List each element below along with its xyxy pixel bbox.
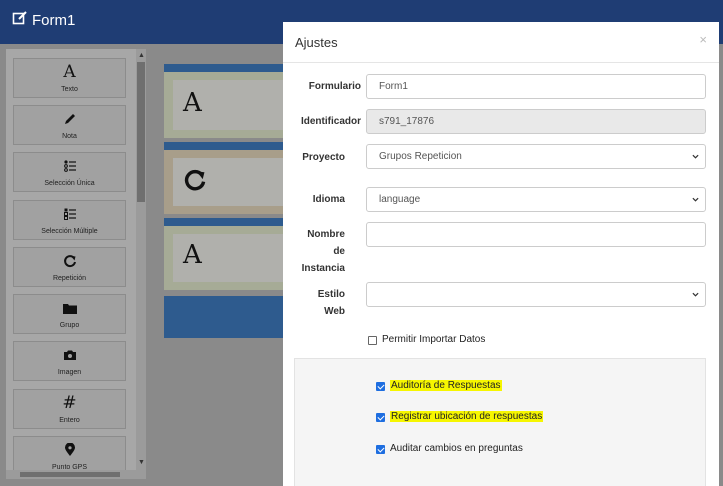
- proyecto-label: Proyecto: [302, 152, 345, 163]
- block-body: A: [173, 80, 284, 130]
- tool-label: Grupo: [59, 322, 80, 329]
- tool-label: Entero: [59, 417, 80, 424]
- canvas-block-header: [164, 64, 284, 72]
- chevron-down-icon: [692, 197, 699, 202]
- formulario-input[interactable]: Form1: [366, 74, 706, 99]
- label-line: Web: [324, 306, 345, 317]
- chevron-down-icon: [692, 154, 699, 159]
- single-select-icon: [14, 157, 125, 175]
- camera-icon: [14, 346, 125, 364]
- text-a-icon: A: [183, 88, 202, 118]
- tool-entero[interactable]: # Entero: [13, 389, 126, 429]
- audit-options-panel: Auditoría de Respuestas Registrar ubicac…: [294, 358, 706, 486]
- registrar-ubicacion-checkbox[interactable]: [376, 413, 385, 422]
- toolbox-hscroll-thumb[interactable]: [20, 472, 120, 477]
- tool-imagen[interactable]: Imagen: [13, 341, 126, 381]
- app-title: Form1: [12, 10, 75, 30]
- label-line: Nombre: [307, 229, 345, 240]
- idioma-select[interactable]: language: [366, 187, 706, 212]
- text-a-icon: A: [63, 62, 76, 82]
- identificador-label: Identificador: [300, 116, 361, 127]
- repeat-icon: [14, 252, 125, 270]
- tool-texto[interactable]: A Texto: [13, 58, 126, 98]
- canvas-block-header: [164, 218, 284, 226]
- settings-modal: Ajustes × Formulario Form1 Identificador…: [283, 22, 719, 486]
- idioma-label: Idioma: [312, 194, 345, 205]
- toolbox-scroll-thumb[interactable]: [137, 62, 145, 202]
- tool-label: Imagen: [57, 369, 82, 376]
- canvas-block-footer: [164, 296, 284, 338]
- tool-seleccion-unica[interactable]: Selección Única: [13, 152, 126, 192]
- tool-grupo[interactable]: Grupo: [13, 294, 126, 334]
- tool-label: Texto: [61, 86, 78, 93]
- identificador-input: s791_17876: [366, 109, 706, 134]
- chevron-down-icon: [692, 292, 699, 297]
- label-line: Estilo: [317, 289, 345, 300]
- edit-icon: [12, 10, 28, 30]
- pencil-icon: [14, 110, 125, 128]
- modal-title: Ajustes: [295, 35, 338, 50]
- auditoria-checkbox[interactable]: [376, 382, 385, 391]
- tool-label: Selección Única: [44, 180, 95, 187]
- proyecto-select[interactable]: Grupos Repeticion: [366, 144, 706, 169]
- nombre-instancia-input[interactable]: [366, 222, 706, 247]
- form-name: Form1: [32, 11, 76, 29]
- estilo-web-select[interactable]: [366, 282, 706, 307]
- canvas-block[interactable]: [164, 150, 284, 214]
- close-icon[interactable]: ×: [699, 32, 707, 47]
- modal-header: Ajustes ×: [283, 22, 719, 63]
- canvas-block[interactable]: A: [164, 72, 284, 138]
- canvas-block[interactable]: A: [164, 226, 284, 290]
- auditar-cambios-checkbox[interactable]: [376, 445, 385, 454]
- scroll-up-icon[interactable]: ▲: [138, 52, 145, 59]
- tool-label: Repetición: [52, 275, 87, 282]
- idioma-value: language: [379, 194, 421, 205]
- permitir-importar-label[interactable]: Permitir Importar Datos: [382, 334, 485, 345]
- text-a-icon: A: [183, 240, 202, 270]
- proyecto-value: Grupos Repeticion: [379, 151, 462, 162]
- map-pin-icon: [14, 441, 125, 459]
- registrar-ubicacion-text: Registrar ubicación de respuestas: [390, 411, 544, 422]
- formulario-label: Formulario: [308, 81, 361, 92]
- auditoria-label[interactable]: Auditoría de Respuestas: [390, 380, 502, 391]
- multi-select-icon: [14, 205, 125, 223]
- registrar-ubicacion-label[interactable]: Registrar ubicación de respuestas: [390, 411, 544, 422]
- tool-label: Selección Múltiple: [41, 228, 98, 235]
- tool-nota[interactable]: Nota: [13, 105, 126, 145]
- hash-icon: #: [62, 393, 77, 413]
- estilo-web-label: Estilo Web: [267, 286, 345, 320]
- repeat-icon: [183, 168, 207, 197]
- scroll-down-icon[interactable]: ▼: [138, 459, 145, 466]
- label-line: Instancia: [301, 263, 345, 274]
- canvas-block-header: [164, 142, 284, 150]
- permitir-importar-checkbox[interactable]: [368, 336, 377, 345]
- folder-icon: [14, 299, 125, 317]
- auditoria-text: Auditoría de Respuestas: [390, 380, 502, 391]
- auditar-cambios-label[interactable]: Auditar cambios en preguntas: [390, 443, 523, 454]
- nombre-instancia-label: Nombre de Instancia: [267, 226, 345, 277]
- tool-repeticion[interactable]: Repetición: [13, 247, 126, 287]
- tool-seleccion-multiple[interactable]: Selección Múltiple: [13, 200, 126, 240]
- label-line: de: [333, 246, 345, 257]
- tool-label: Nota: [62, 133, 77, 140]
